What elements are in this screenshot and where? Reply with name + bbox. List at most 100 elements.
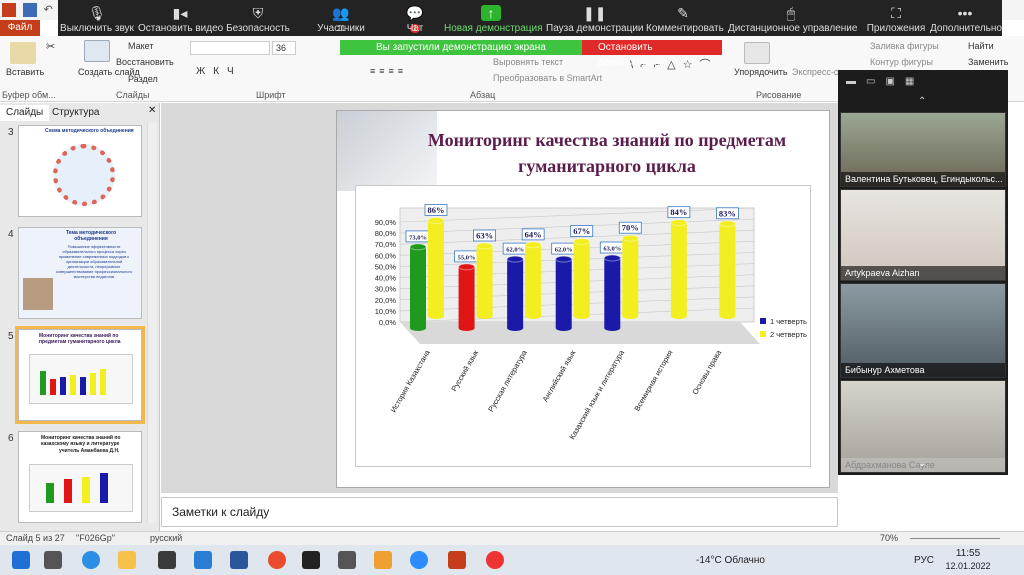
data-label: 55,0% — [458, 254, 476, 261]
bar — [507, 259, 524, 328]
bar-top — [427, 216, 445, 224]
apps-button[interactable]: ⛶ Приложения — [864, 0, 928, 40]
taskview-icon[interactable] — [44, 551, 62, 569]
file-tab[interactable]: Файл — [0, 20, 40, 36]
x-tick-label: Основы права — [690, 348, 723, 396]
bar-top — [476, 242, 494, 250]
powerpoint-icon — [2, 3, 16, 17]
replace-button[interactable]: Заменить — [968, 57, 1008, 67]
clock-date[interactable]: 12.01.2022 — [940, 561, 996, 571]
chart-floor — [400, 322, 760, 344]
explorer-icon[interactable] — [118, 551, 136, 569]
arrange-button[interactable]: Упорядочить — [734, 67, 788, 77]
slide-canvas[interactable]: Мониторинг качества знаний по предметам … — [336, 110, 830, 488]
video-tile-1[interactable]: Валентина Бутьковец, Егиндыкольс... — [840, 112, 1006, 187]
paste-button[interactable]: Вставить — [6, 67, 44, 77]
chat-button[interactable]: 💬1 Чат — [396, 0, 434, 40]
layout-button[interactable]: Макет — [128, 41, 153, 51]
undo-icon[interactable]: ↶ — [44, 3, 58, 17]
tab-outline[interactable]: Структура — [46, 105, 105, 121]
slide-thumbnail-5[interactable]: Мониторинг качества знаний по предметам … — [15, 326, 145, 424]
zoom-app-icon[interactable] — [410, 551, 428, 569]
scroll-down-icon[interactable]: ⌄ — [918, 458, 926, 469]
slide-thumbnail-4[interactable]: Тема методического объединения Повышение… — [18, 227, 142, 319]
status-bar: Слайд 5 из 27 "F026Gp" русский 70% — [0, 531, 1024, 545]
remote-control-button[interactable]: 🖱 Дистанционное управление — [728, 0, 857, 40]
reset-button[interactable]: Восстановить — [116, 57, 174, 67]
security-button[interactable]: ⛨ Безопасность — [226, 0, 290, 40]
participant-name: Artykpaeva Aizhan — [841, 266, 1005, 280]
scroll-up-icon[interactable]: ⌃ — [918, 96, 926, 107]
slide-title-line-1: Мониторинг качества знаний по предметам — [427, 130, 787, 150]
video-panel: ▬▭▣▦ ⌃ Валентина Бутьковец, Егиндыкольс.… — [838, 70, 1008, 475]
align-buttons[interactable]: ≡≡≡≡ — [370, 66, 407, 76]
font-size-field[interactable]: 36 — [272, 41, 296, 55]
start-icon[interactable] — [12, 551, 30, 569]
weather[interactable]: -14°C Облачно — [696, 555, 765, 566]
mute-button[interactable]: 🎙 Выключить звук — [60, 0, 134, 40]
app-icon[interactable] — [302, 551, 320, 569]
x-tick-label: Казахский язык и литература — [567, 348, 626, 441]
cut-icon[interactable]: ✂ — [46, 40, 55, 53]
section-button[interactable]: Раздел — [128, 74, 158, 84]
zoom-slider[interactable] — [910, 538, 1000, 539]
thumb-title: Мониторинг качества знаний по казахскому… — [41, 435, 121, 447]
smartart-button[interactable]: Преобразовать в SmartArt — [493, 73, 602, 83]
mail-icon[interactable] — [194, 551, 212, 569]
stop-video-button[interactable]: ▮◂ Остановить видео — [138, 0, 223, 40]
shape-outline-button[interactable]: Контур фигуры — [870, 57, 933, 67]
bar-base — [410, 325, 426, 331]
shape-fill-button[interactable]: Заливка фигуры — [870, 41, 939, 51]
stop-share-button[interactable]: Остановить демонстрацию — [582, 40, 722, 68]
powerpoint-taskbar-icon[interactable] — [448, 551, 466, 569]
input-language[interactable]: РУС — [914, 555, 934, 566]
edge-icon[interactable] — [82, 551, 100, 569]
video-tile-3[interactable]: Бибынур Ахметова — [840, 283, 1006, 378]
annotate-button[interactable]: ✎ Комментировать — [646, 0, 724, 40]
more-button[interactable]: ••• Дополнительно — [930, 0, 1002, 40]
yandex-icon[interactable] — [486, 551, 504, 569]
font-name-field[interactable] — [190, 41, 270, 55]
zoom-toolbar: 🎙 Выключить звук ▮◂ Остановить видео ⛨ Безо… — [58, 0, 1002, 40]
word-icon[interactable] — [230, 551, 248, 569]
x-tick-label: История Казахстана — [389, 348, 432, 414]
slide-thumbnail-3[interactable]: Схема методического объединения — [18, 125, 142, 217]
video-tile-2[interactable]: Artykpaeva Aizhan — [840, 189, 1006, 281]
bar-top — [603, 254, 621, 262]
view-switcher[interactable]: ▬▭▣▦ — [846, 76, 996, 90]
participants-button[interactable]: 👥11 Участники — [313, 0, 369, 40]
tab-slides[interactable]: Слайды — [0, 105, 50, 121]
close-pane-icon[interactable]: ✕ — [148, 105, 156, 116]
x-tick-label: Русская литература — [486, 348, 529, 414]
font-format-buttons[interactable]: ЖКЧ — [196, 66, 242, 77]
camera-icon: ▮◂ — [172, 5, 188, 21]
clock-time[interactable]: 11:55 — [948, 548, 988, 559]
new-slide-icon — [84, 40, 110, 62]
files-icon[interactable] — [338, 551, 356, 569]
chart-frame: 0,0% 10,0% 20,0% 30,0% 40,0% 50,0% 60,0% 70,0% 8… — [355, 185, 811, 467]
y-tick-label: 40,0% — [375, 274, 397, 283]
pause-share-button[interactable]: ❚❚ Пауза демонстрации — [546, 0, 644, 40]
language[interactable]: русский — [150, 532, 182, 545]
quick-styles-button[interactable]: Экспресс-ст — [792, 67, 843, 77]
bar — [555, 259, 572, 328]
slides-scrollbar[interactable] — [147, 123, 157, 523]
store-icon[interactable] — [158, 551, 176, 569]
slide-title: Мониторинг качества знаний по предметам … — [377, 127, 829, 179]
save-icon[interactable] — [22, 3, 37, 17]
share-icon: ↑ — [481, 5, 501, 21]
zoom-level[interactable]: 70% — [880, 532, 898, 545]
bar-base — [525, 313, 542, 319]
app-icon-2[interactable] — [374, 551, 392, 569]
new-share-button[interactable]: ↑ Новая демонстрация — [444, 0, 543, 40]
slide-thumbnail-6[interactable]: Мониторинг качества знаний по казахскому… — [18, 431, 142, 523]
notes-field[interactable]: Заметки к слайду — [161, 497, 838, 527]
chrome-icon[interactable] — [268, 551, 286, 569]
data-label: 63,0% — [603, 246, 621, 253]
bar-top — [718, 220, 736, 228]
data-label: 84% — [670, 207, 687, 217]
find-button[interactable]: Найти — [968, 41, 994, 51]
y-tick-label: 20,0% — [375, 296, 397, 305]
align-text-button[interactable]: Выровнять текст — [493, 57, 563, 67]
bar-base — [670, 313, 687, 319]
